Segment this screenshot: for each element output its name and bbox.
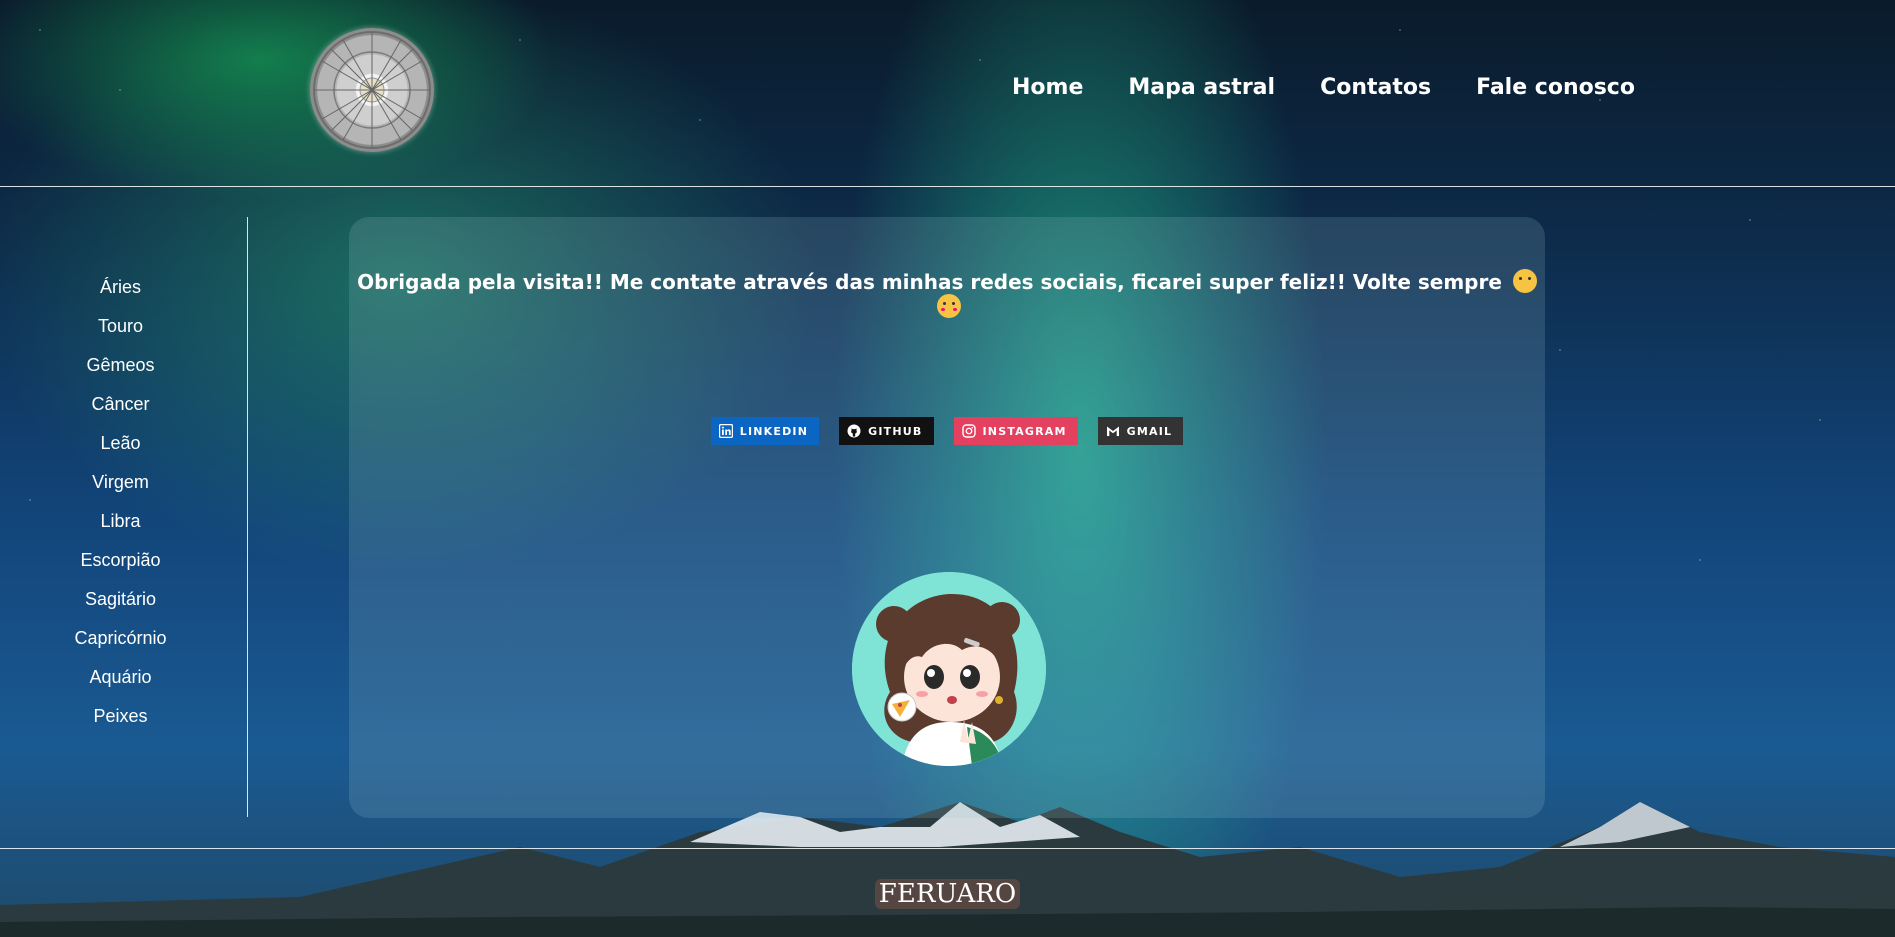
nav-contatos[interactable]: Contatos <box>1320 75 1431 100</box>
linkedin-icon <box>718 424 733 438</box>
github-icon <box>847 424 861 438</box>
avatar <box>852 572 1046 766</box>
sidebar-item-aquario[interactable]: Aquário <box>0 658 241 697</box>
gmail-icon <box>1106 426 1119 436</box>
github-badge[interactable]: GITHUB <box>839 417 934 445</box>
linkedin-label: LINKEDIN <box>739 424 809 438</box>
sidebar-item-leao[interactable]: Leão <box>0 424 241 463</box>
thank-you-text: Obrigada pela visita!! Me contate atravé… <box>357 270 1502 294</box>
grinning-face-icon <box>1512 269 1537 293</box>
sidebar-item-libra[interactable]: Libra <box>0 502 241 541</box>
zodiac-sidebar: Áries Touro Gêmeos Câncer Leão Virgem Li… <box>0 268 241 736</box>
sidebar-item-capricornio[interactable]: Capricórnio <box>0 619 241 658</box>
thank-you-message: Obrigada pela visita!! Me contate atravé… <box>349 269 1545 319</box>
sidebar-item-cancer[interactable]: Câncer <box>0 385 241 424</box>
sidebar-item-escorpiao[interactable]: Escorpião <box>0 541 241 580</box>
gmail-label: GMAIL <box>1126 424 1173 438</box>
footer-brand-name: FERUARO <box>874 879 1021 909</box>
sidebar-item-virgem[interactable]: Virgem <box>0 463 241 502</box>
nav-mapa-astral[interactable]: Mapa astral <box>1128 75 1275 100</box>
sidebar-divider <box>247 217 248 817</box>
instagram-icon <box>961 424 976 438</box>
main-nav: Home Mapa astral Contatos Fale conosco <box>1012 75 1635 100</box>
gmail-badge[interactable]: GMAIL <box>1097 417 1184 445</box>
sidebar-item-gemeos[interactable]: Gêmeos <box>0 346 241 385</box>
sidebar-item-peixes[interactable]: Peixes <box>0 697 241 736</box>
site-logo[interactable] <box>310 28 434 152</box>
instagram-badge[interactable]: INSTAGRAM <box>953 417 1078 445</box>
contact-card: Obrigada pela visita!! Me contate atravé… <box>349 217 1545 818</box>
zodiac-wheel-icon <box>313 31 431 149</box>
nav-fale-conosco[interactable]: Fale conosco <box>1476 75 1635 100</box>
nav-home[interactable]: Home <box>1012 75 1083 100</box>
social-badges: LINKEDIN GITHUB INSTAGRAM GMAIL <box>349 417 1545 445</box>
sidebar-item-aries[interactable]: Áries <box>0 268 241 307</box>
sidebar-item-touro[interactable]: Touro <box>0 307 241 346</box>
linkedin-badge[interactable]: LINKEDIN <box>710 417 820 445</box>
smiling-hearts-face-icon <box>937 294 961 318</box>
avatar-illustration <box>852 572 1046 766</box>
instagram-label: INSTAGRAM <box>982 424 1067 438</box>
footer-divider <box>0 848 1895 849</box>
header-divider <box>0 186 1895 187</box>
footer: FERUARO <box>0 879 1895 909</box>
github-label: GITHUB <box>868 424 923 438</box>
sidebar-item-sagitario[interactable]: Sagitário <box>0 580 241 619</box>
